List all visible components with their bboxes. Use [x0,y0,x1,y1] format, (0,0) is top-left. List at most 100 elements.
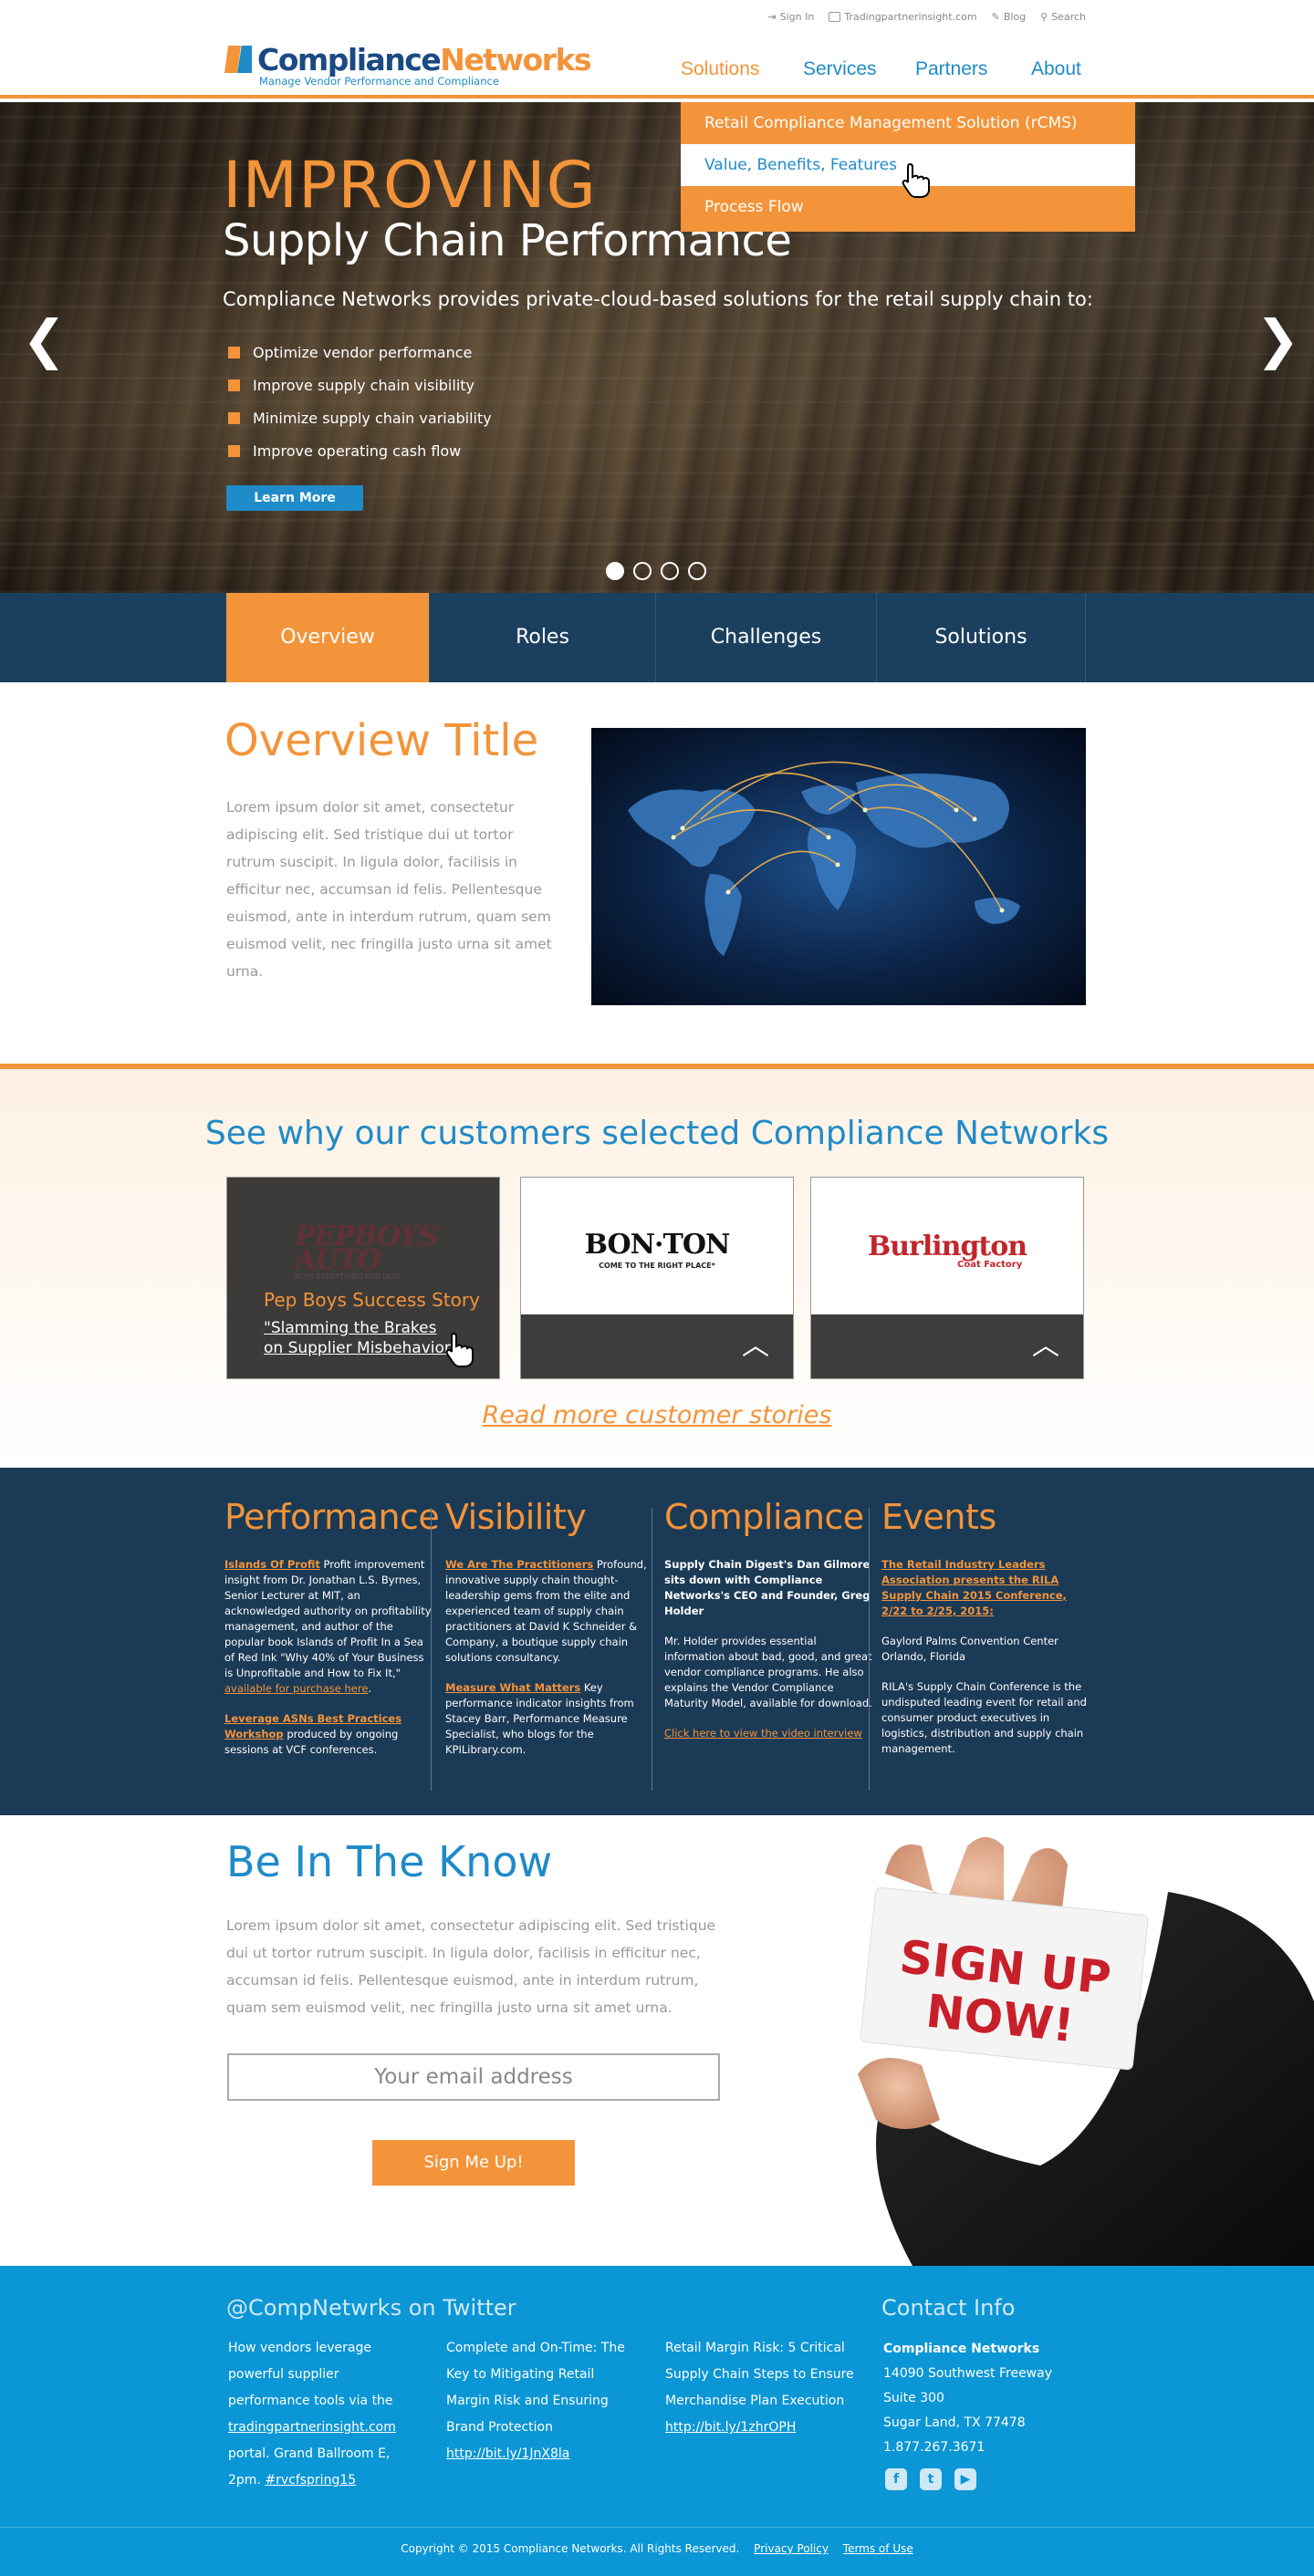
tweet-link[interactable]: tradingpartnerinsight.com [228,2420,396,2435]
purchase-link[interactable]: available for purchase here [224,1682,368,1695]
facebook-icon[interactable]: f [885,2468,907,2490]
hashtag-link[interactable]: #rvcfspring15 [265,2473,356,2488]
chevron-up-icon[interactable]: ︿ [742,1333,769,1360]
address-line: 14090 Southwest Freeway [883,2366,1052,2381]
compliance-text: Mr. Holder provides essential informatio… [664,1635,872,1709]
prev-slide-icon[interactable]: ❮ [22,313,67,366]
card-footer: ︿ [811,1314,1083,1378]
events-column: Events The Retail Industry Leaders Assoc… [881,1497,1090,1771]
events-text: RILA's Supply Chain Conference is the un… [881,1680,1087,1755]
logo-mark-icon [224,44,254,77]
pepboys-tagline: BOYS EVERYTHING FOR LESS. [295,1272,403,1281]
measure-what-matters-link[interactable]: Measure What Matters [445,1681,580,1694]
copyright-bar: Copyright © 2015 Compliance Networks. Al… [0,2527,1314,2555]
tab-overview[interactable]: Overview [226,593,429,682]
hand-cursor-icon [445,1332,474,1367]
video-interview-link[interactable]: Click here to view the video interview [664,1727,862,1740]
pepboys-quote-line1: "Slamming the Brakes [264,1319,437,1337]
performance-item: Leverage ASNs Best Practices Workshop pr… [224,1711,433,1758]
sign-in-link[interactable]: ⇥ Sign In [767,11,814,23]
nav-partners[interactable]: Partners [915,58,987,80]
trading-partner-link[interactable]: Tradingpartnerinsight.com [829,11,977,23]
sign-in-icon: ⇥ [767,11,777,23]
address-line: Sugar Land, TX 77478 [883,2415,1026,2430]
search-label: Search [1051,11,1086,23]
bonton-tagline: COME TO THE RIGHT PLACE* [599,1262,715,1270]
dropdown-item-rcms[interactable]: Retail Compliance Management Solution (r… [681,102,1135,144]
tweet: How vendors leverage powerful supplier p… [228,2335,420,2494]
compliance-title: Compliance [664,1497,864,1537]
twitter-icon[interactable]: t [920,2468,942,2490]
know-title: Be In The Know [226,1837,553,1886]
slider-dot[interactable] [633,562,652,580]
logo[interactable]: ComplianceNetworks Manage Vendor Perform… [224,42,592,89]
tab-roles[interactable]: Roles [429,593,655,682]
nav-solutions[interactable]: Solutions [681,58,759,80]
nav-services[interactable]: Services [803,58,877,80]
card-footer: ︿ [521,1314,793,1378]
slider-dot[interactable] [688,562,706,580]
tab-solutions[interactable]: Solutions [876,593,1086,682]
pepboys-quote-line2: on Supplier Misbehavior" [264,1339,458,1357]
youtube-icon[interactable]: ▶ [954,2468,976,2490]
pepboys-story-link[interactable]: "Slamming the Brakes on Supplier Misbehav… [264,1318,458,1358]
visibility-column: Visibility We Are The Practitioners Prof… [445,1497,653,1772]
compliance-item: Click here to view the video interview [664,1726,872,1741]
column-divider [431,1508,432,1791]
twitter-title: @CompNetwrks on Twitter [226,2295,516,2321]
compliance-headline: Supply Chain Digest's Dan Gilmore sits d… [664,1558,871,1617]
visibility-item: We Are The Practitioners Profound, innov… [445,1557,653,1666]
know-body: Lorem ipsum dolor sit amet, consectetur … [226,1917,716,2016]
read-more-stories-link[interactable]: Read more customer stories [0,1401,1314,1429]
tweet: Retail Margin Risk: 5 Critical Supply Ch… [665,2335,857,2441]
customers-section: See why our customers selected Complianc… [0,1064,1314,1468]
compliance-column: Compliance Supply Chain Digest's Dan Gil… [664,1497,872,1756]
hero-bullet-list: Optimize vendor performance Improve supp… [228,336,492,467]
tweet-link[interactable]: http://bit.ly/1zhrOPH [665,2420,796,2435]
social-links: f t ▶ [885,2468,976,2490]
logo-part1: Compliance [257,42,442,78]
hero-bullet: Optimize vendor performance [228,336,492,369]
sign-me-up-button[interactable]: Sign Me Up! [372,2140,575,2186]
site-header: ComplianceNetworks Manage Vendor Perform… [0,0,1314,99]
address-line: Suite 300 [883,2391,944,2405]
world-map-image [591,728,1086,1005]
email-input[interactable]: Your email address [227,2053,720,2101]
company-name: Compliance Networks [883,2342,1040,2356]
overview-body: Lorem ipsum dolor sit amet, consectetur … [226,799,552,980]
tweet-text: How vendors leverage powerful supplier p… [228,2341,393,2408]
rila-conference-link[interactable]: The Retail Industry Leaders Association … [881,1558,1067,1617]
nav-active-indicator [681,95,765,99]
tweet-link[interactable]: http://bit.ly/1JnX8la [446,2446,569,2461]
pepboys-logo: PEPBOYS AUTO [295,1223,438,1274]
monitor-icon [829,12,841,22]
performance-text: Profit improvement insight from Dr. Jona… [224,1558,432,1679]
practitioners-link[interactable]: We Are The Practitioners [445,1558,593,1571]
customer-card-bonton[interactable]: BON·TON COME TO THE RIGHT PLACE* ︿ [520,1177,794,1379]
nav-about[interactable]: About [1031,58,1081,80]
tab-challenges[interactable]: Challenges [655,593,876,682]
next-slide-icon[interactable]: ❯ [1256,313,1300,366]
privacy-policy-link[interactable]: Privacy Policy [754,2542,829,2555]
islands-of-profit-link[interactable]: Islands Of Profit [224,1558,320,1571]
burlington-logo: Burlington [867,1231,1027,1262]
hero-heading: IMPROVING [223,148,597,223]
column-divider [869,1508,870,1791]
search-icon: ⚲ [1040,11,1048,23]
slider-dot[interactable] [606,562,624,580]
slider-dot[interactable] [661,562,679,580]
customer-card-burlington[interactable]: Burlington Coat Factory ︿ [810,1177,1084,1379]
copyright-text: Copyright © 2015 Compliance Networks. Al… [401,2542,740,2555]
phone-number: 1.877.267.3671 [883,2440,986,2455]
burlington-tagline: Coat Factory [957,1260,1023,1270]
blog-link[interactable]: ✎ Blog [992,11,1027,23]
learn-more-button[interactable]: Learn More [226,485,363,511]
chevron-up-icon[interactable]: ︿ [1032,1333,1059,1360]
search-link[interactable]: ⚲ Search [1040,11,1086,23]
tweet-text: Complete and On-Time: The Key to Mitigat… [446,2341,625,2435]
visibility-text: Profound, innovative supply chain though… [445,1558,647,1664]
logo-tagline: Manage Vendor Performance and Compliance [259,75,499,88]
logo-part2: Networks [440,42,591,78]
info-band: Performance Islands Of Profit Profit imp… [0,1468,1314,1815]
terms-of-use-link[interactable]: Terms of Use [843,2542,913,2555]
